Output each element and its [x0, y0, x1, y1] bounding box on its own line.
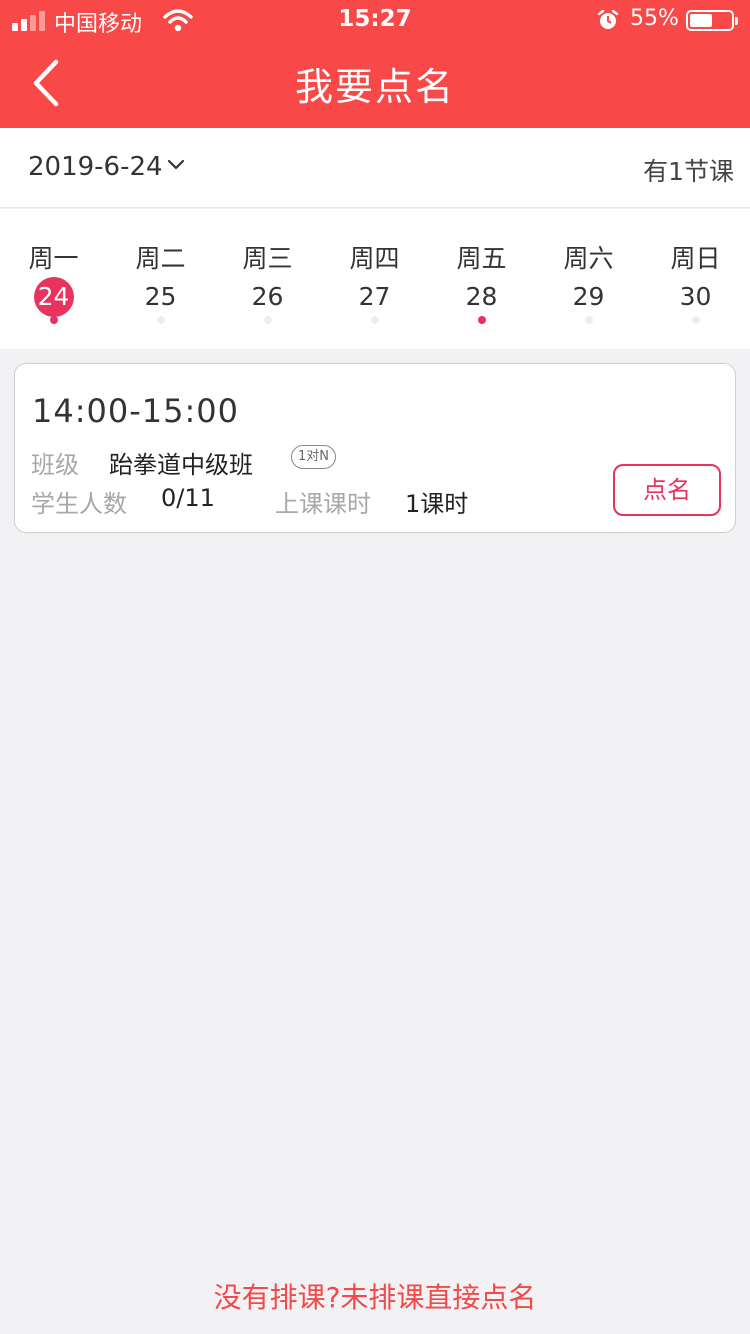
- weekday-label: 周一: [28, 244, 79, 273]
- lesson-dot: [477, 316, 486, 324]
- roll-call-button[interactable]: 点名: [613, 464, 721, 516]
- day-number: 30: [679, 282, 712, 311]
- status-bar: 中国移动 15:27 55%: [0, 0, 750, 40]
- day-item[interactable]: 周一 24: [0, 209, 107, 349]
- weekday-label: 周五: [456, 244, 507, 273]
- day-item[interactable]: 周二 25: [107, 209, 214, 349]
- day-item[interactable]: 周四 27: [321, 209, 428, 349]
- weekday-label: 周二: [135, 244, 186, 273]
- weekday-label: 周三: [242, 244, 293, 273]
- lesson-card[interactable]: 14:00-15:00 班级 跆拳道中级班 1对N 学生人数 0/11 上课课时…: [14, 363, 736, 533]
- lesson-count: 有1节课: [643, 157, 734, 186]
- day-number: 27: [358, 282, 391, 311]
- header-bar: 中国移动 15:27 55% 我要点名: [0, 0, 750, 128]
- class-type-badge: 1对N: [291, 445, 336, 469]
- selected-date: 2019-6-24: [28, 152, 163, 182]
- lesson-dot: [370, 316, 379, 324]
- lesson-dot: [263, 316, 272, 324]
- class-name: 跆拳道中级班: [109, 451, 253, 479]
- day-number: 28: [465, 282, 498, 311]
- hours-label: 上课课时: [275, 490, 371, 518]
- lesson-time: 14:00-15:00: [32, 392, 239, 430]
- battery-icon: [686, 10, 738, 31]
- day-number: 26: [251, 282, 284, 311]
- unscheduled-roll-call-link[interactable]: 没有排课?未排课直接点名: [0, 1276, 750, 1316]
- weekday-label: 周四: [349, 244, 400, 273]
- lesson-dot: [691, 316, 700, 324]
- alarm-icon: [597, 9, 619, 29]
- day-item[interactable]: 周六 29: [535, 209, 642, 349]
- lesson-dot: [49, 316, 58, 324]
- weekday-label: 周日: [670, 244, 721, 273]
- students-label: 学生人数: [31, 490, 127, 518]
- chevron-down-icon: [167, 159, 184, 170]
- week-strip: 周一 24 周二 25 周三 26 周四 27 周五 28 周六 29 周日 3…: [0, 209, 750, 349]
- day-item[interactable]: 周三 26: [214, 209, 321, 349]
- day-item[interactable]: 周日 30: [642, 209, 749, 349]
- hours-value: 1课时: [405, 490, 469, 518]
- unscheduled-roll-call-text: 没有排课?未排课直接点名: [213, 1281, 537, 1314]
- lesson-dot: [584, 316, 593, 324]
- weekday-label: 周六: [563, 244, 614, 273]
- day-item[interactable]: 周五 28: [428, 209, 535, 349]
- date-bar: 2019-6-24 有1节课: [0, 128, 750, 208]
- day-number: 25: [144, 282, 177, 311]
- day-number: 24: [33, 277, 74, 317]
- day-number: 29: [572, 282, 605, 311]
- class-label: 班级: [31, 451, 79, 479]
- lesson-dot: [156, 316, 165, 324]
- students-value: 0/11: [161, 484, 215, 512]
- page-title: 我要点名: [294, 65, 455, 109]
- battery-percent: 55%: [630, 6, 679, 31]
- date-picker[interactable]: 2019-6-24: [28, 152, 185, 182]
